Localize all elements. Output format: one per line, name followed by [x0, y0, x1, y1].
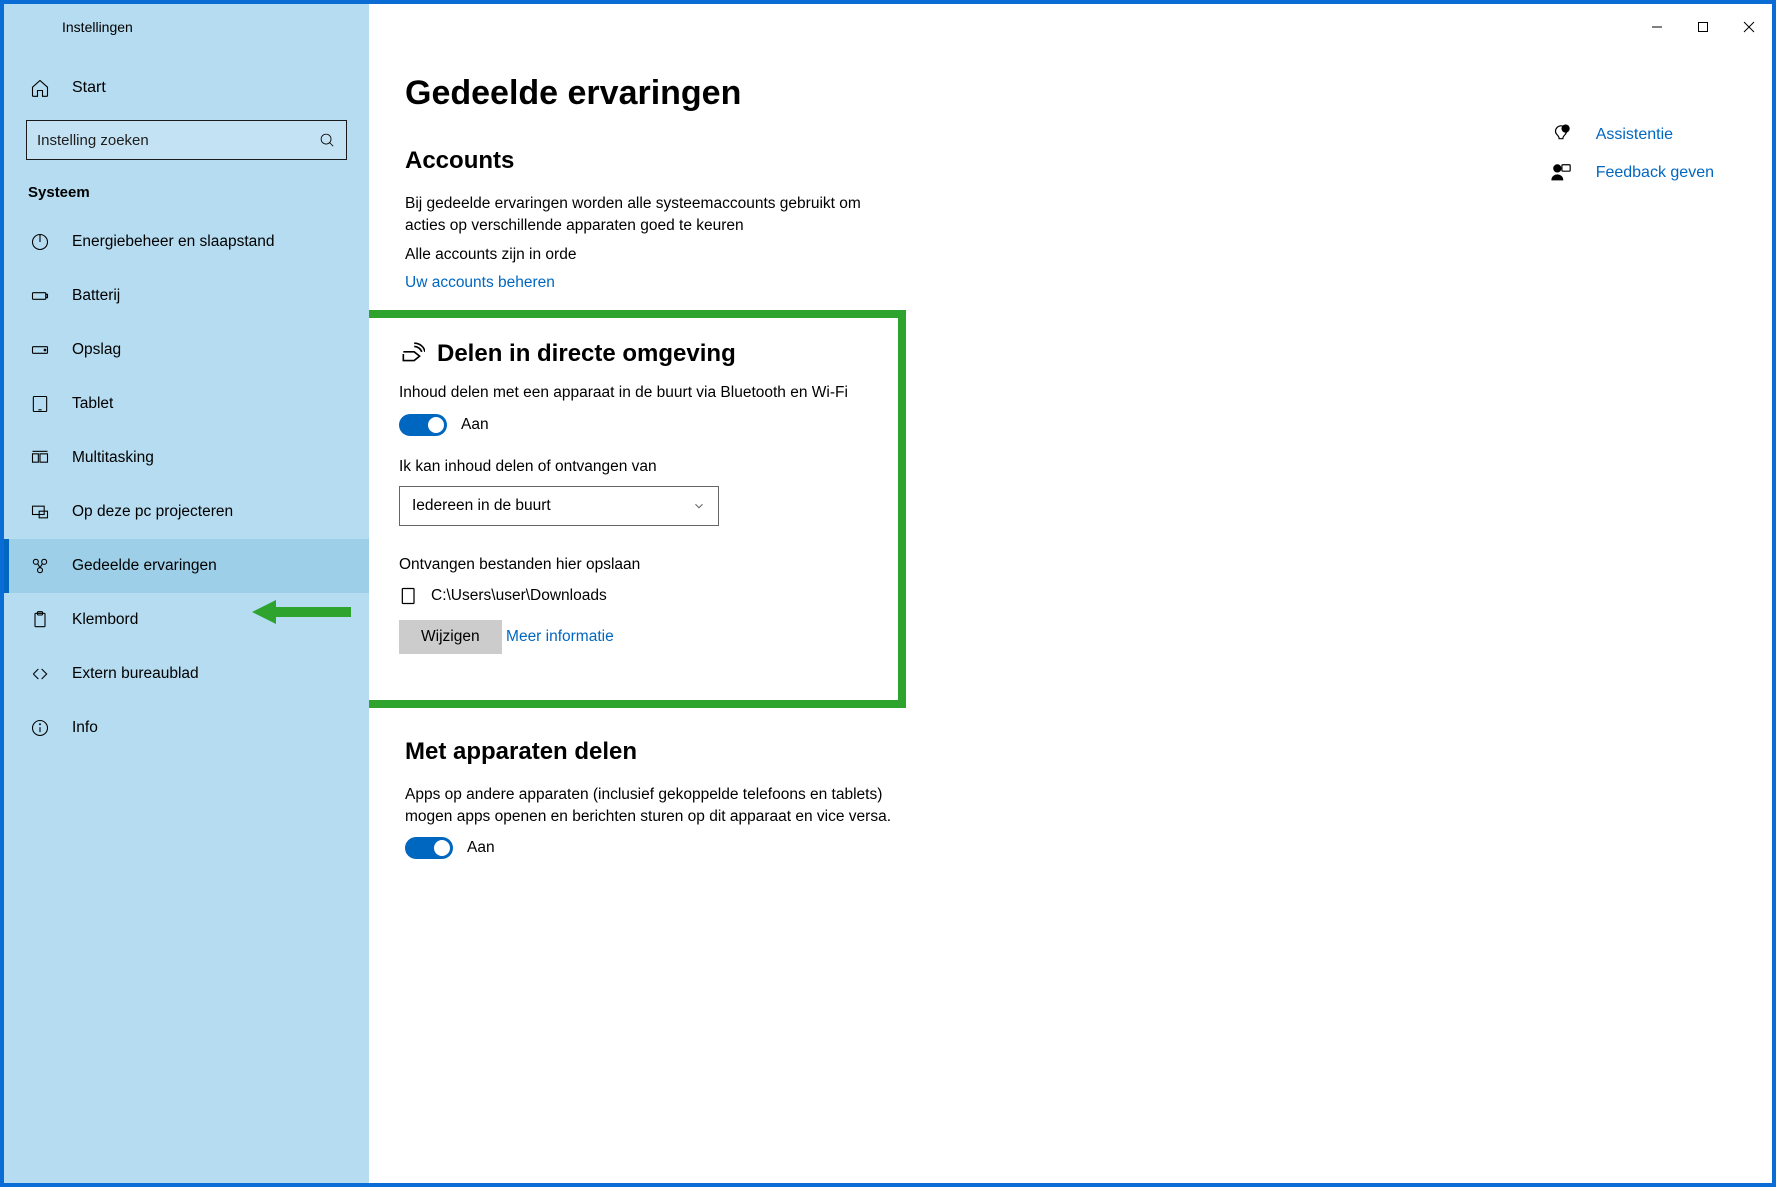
svg-text:?: ?: [1564, 127, 1567, 133]
right-links: ? Assistentie Feedback geven: [1550, 124, 1714, 184]
more-info-link[interactable]: Meer informatie: [506, 628, 614, 646]
help-link[interactable]: ? Assistentie: [1550, 124, 1714, 146]
save-to-label: Ontvangen bestanden hier opslaan: [399, 556, 868, 574]
sidebar-home[interactable]: Start: [4, 64, 369, 112]
remote-icon: [30, 664, 50, 684]
chevron-down-icon: [692, 499, 706, 513]
save-path: C:\Users\user\Downloads: [431, 587, 607, 605]
share-from-select[interactable]: Iedereen in de buurt: [399, 486, 719, 526]
sidebar-item-remote[interactable]: Extern bureaublad: [4, 647, 369, 701]
folder-icon: [399, 584, 419, 608]
multitask-icon: [30, 448, 50, 468]
sidebar-item-power[interactable]: Energiebeheer en slaapstand: [4, 215, 369, 269]
feedback-link-label: Feedback geven: [1596, 164, 1714, 182]
devices-heading: Met apparaten delen: [405, 738, 1732, 766]
feedback-link[interactable]: Feedback geven: [1550, 162, 1714, 184]
info-icon: [30, 718, 50, 738]
feedback-icon: [1550, 162, 1572, 184]
sidebar-item-battery[interactable]: Batterij: [4, 269, 369, 323]
sidebar-item-storage[interactable]: Opslag: [4, 323, 369, 377]
sidebar-item-label: Opslag: [72, 341, 121, 359]
sidebar-item-label: Extern bureaublad: [72, 665, 199, 683]
content-pane[interactable]: ? Assistentie Feedback geven Gedeelde er…: [369, 4, 1772, 1183]
sidebar-item-info[interactable]: Info: [4, 701, 369, 755]
tablet-icon: [30, 394, 50, 414]
share-from-value: Iedereen in de buurt: [412, 497, 551, 515]
clipboard-icon: [30, 610, 50, 630]
devices-toggle[interactable]: [405, 837, 453, 859]
power-icon: [30, 232, 50, 252]
devices-toggle-state: Aan: [467, 839, 495, 857]
maximize-button[interactable]: [1680, 11, 1726, 43]
sidebar-item-label: Multitasking: [72, 449, 154, 467]
storage-icon: [30, 340, 50, 360]
nearby-toggle[interactable]: [399, 414, 447, 436]
sidebar-item-label: Op deze pc projecteren: [72, 503, 233, 521]
sidebar-category: Systeem: [4, 170, 369, 207]
close-button[interactable]: [1726, 11, 1772, 43]
sidebar-item-label: Gedeelde ervaringen: [72, 557, 217, 575]
sidebar-item-shared[interactable]: Gedeelde ervaringen: [4, 539, 369, 593]
project-icon: [30, 502, 50, 522]
battery-icon: [30, 286, 50, 306]
sidebar-item-label: Energiebeheer en slaapstand: [72, 233, 275, 251]
shared-icon: [30, 556, 50, 576]
window-title: Instellingen: [62, 19, 133, 35]
sidebar-item-label: Tablet: [72, 395, 113, 413]
accounts-heading: Accounts: [405, 147, 1732, 175]
accounts-status: Alle accounts zijn in orde: [405, 246, 1732, 264]
minimize-button[interactable]: [1634, 11, 1680, 43]
change-folder-button[interactable]: Wijzigen: [399, 620, 502, 654]
sidebar-item-label: Batterij: [72, 287, 120, 305]
sidebar-item-label: Info: [72, 719, 98, 737]
home-icon: [30, 78, 50, 98]
search-input[interactable]: [37, 132, 319, 149]
sidebar-nav: Energiebeheer en slaapstand Batterij Ops…: [4, 215, 369, 755]
save-path-row: C:\Users\user\Downloads: [399, 584, 868, 608]
share-from-label: Ik kan inhoud delen of ontvangen van: [399, 458, 868, 476]
share-icon: [399, 341, 425, 367]
sidebar-item-tablet[interactable]: Tablet: [4, 377, 369, 431]
sidebar: Start Systeem Energiebeheer en slaapstan…: [4, 4, 369, 1183]
sidebar-item-clipboard[interactable]: Klembord: [4, 593, 369, 647]
page-title: Gedeelde ervaringen: [405, 74, 1732, 113]
nearby-sharing-section: Delen in directe omgeving Inhoud delen m…: [369, 310, 906, 708]
sidebar-item-project[interactable]: Op deze pc projecteren: [4, 485, 369, 539]
nearby-toggle-state: Aan: [461, 416, 489, 434]
manage-accounts-link[interactable]: Uw accounts beheren: [405, 274, 555, 292]
sidebar-item-label: Klembord: [72, 611, 138, 629]
settings-window: Instellingen Start Systeem: [4, 4, 1772, 1183]
search-icon: [319, 132, 336, 149]
nearby-heading: Delen in directe omgeving: [437, 340, 736, 368]
help-link-label: Assistentie: [1596, 126, 1673, 144]
sidebar-item-multitask[interactable]: Multitasking: [4, 431, 369, 485]
accounts-desc: Bij gedeelde ervaringen worden alle syst…: [405, 193, 885, 236]
search-box[interactable]: [26, 120, 347, 160]
sidebar-home-label: Start: [72, 79, 106, 97]
nearby-desc: Inhoud delen met een apparaat in de buur…: [399, 382, 868, 404]
devices-desc: Apps op andere apparaten (inclusief geko…: [405, 784, 905, 827]
help-icon: ?: [1550, 124, 1572, 146]
